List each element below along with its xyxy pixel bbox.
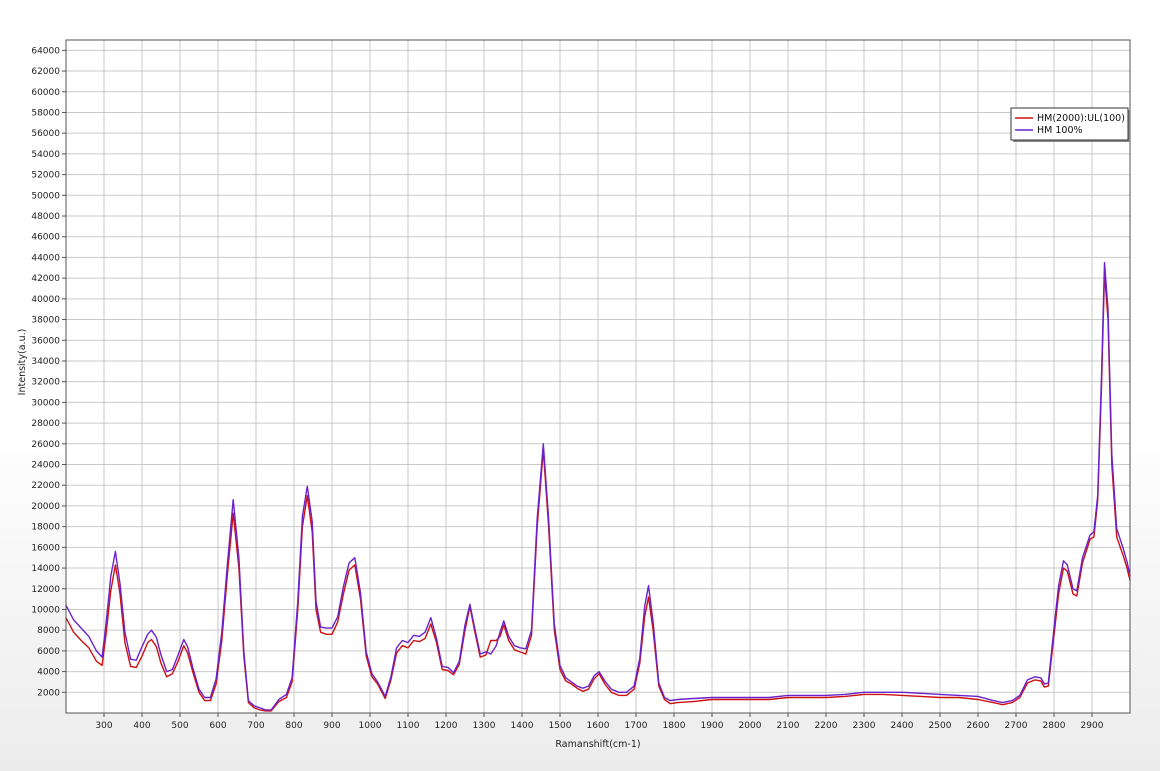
x-tick-label: 2400 xyxy=(891,721,914,731)
y-tick-label: 44000 xyxy=(31,253,60,263)
y-tick-label: 4000 xyxy=(37,668,60,678)
y-tick-label: 38000 xyxy=(31,316,60,326)
y-tick-label: 18000 xyxy=(31,523,60,533)
y-tick-label: 8000 xyxy=(37,626,60,636)
y-tick-label: 54000 xyxy=(31,150,60,160)
y-tick-label: 14000 xyxy=(31,564,60,574)
x-axis-title: Ramanshift(cm-1) xyxy=(555,739,640,750)
x-tick-label: 2700 xyxy=(1005,721,1028,731)
x-tick-label: 2500 xyxy=(929,721,952,731)
x-tick-label: 700 xyxy=(247,721,264,731)
y-tick-label: 36000 xyxy=(31,336,60,346)
y-tick-label: 46000 xyxy=(31,233,60,243)
x-tick-label: 1100 xyxy=(397,721,420,731)
x-tick-label: 500 xyxy=(171,721,188,731)
y-tick-label: 2000 xyxy=(37,688,60,698)
y-tick-label: 24000 xyxy=(31,461,60,471)
y-tick-label: 50000 xyxy=(31,191,60,201)
y-tick-label: 32000 xyxy=(31,378,60,388)
y-tick-label: 20000 xyxy=(31,502,60,512)
y-tick-label: 22000 xyxy=(31,481,60,491)
y-tick-label: 58000 xyxy=(31,108,60,118)
y-tick-label: 16000 xyxy=(31,543,60,553)
y-tick-label: 34000 xyxy=(31,357,60,367)
x-tick-label: 2800 xyxy=(1043,721,1066,731)
x-tick-label: 1600 xyxy=(587,721,610,731)
x-tick-label: 600 xyxy=(209,721,226,731)
y-tick-label: 6000 xyxy=(37,647,60,657)
y-tick-label: 52000 xyxy=(31,171,60,181)
x-tick-label: 1300 xyxy=(473,721,496,731)
y-tick-label: 42000 xyxy=(31,274,60,284)
y-tick-label: 62000 xyxy=(31,67,60,77)
legend-label-series-1: HM(2000):UL(100) xyxy=(1037,113,1125,124)
x-tick-label: 300 xyxy=(95,721,112,731)
y-tick-label: 64000 xyxy=(31,46,60,56)
y-tick-label: 10000 xyxy=(31,605,60,615)
x-axis-ticks: 300 400 500 600 700 800 900 1000 1100 1200 1300 140… xyxy=(95,713,1104,731)
x-tick-label: 900 xyxy=(323,721,340,731)
y-tick-label: 26000 xyxy=(31,440,60,450)
x-tick-label: 800 xyxy=(285,721,302,731)
y-tick-label: 28000 xyxy=(31,419,60,429)
x-tick-label: 1400 xyxy=(511,721,534,731)
x-tick-label: 1200 xyxy=(435,721,458,731)
y-tick-label: 56000 xyxy=(31,129,60,139)
x-tick-label: 2100 xyxy=(777,721,800,731)
x-tick-label: 2000 xyxy=(739,721,762,731)
x-tick-label: 1500 xyxy=(549,721,572,731)
x-tick-label: 1000 xyxy=(359,721,382,731)
x-tick-label: 2200 xyxy=(815,721,838,731)
x-tick-label: 1800 xyxy=(663,721,686,731)
y-tick-label: 48000 xyxy=(31,212,60,222)
x-tick-label: 2600 xyxy=(967,721,990,731)
x-tick-label: 2900 xyxy=(1081,721,1104,731)
y-tick-label: 30000 xyxy=(31,398,60,408)
legend-label-series-2: HM 100% xyxy=(1037,125,1083,136)
x-tick-label: 400 xyxy=(133,721,150,731)
x-tick-label: 1700 xyxy=(625,721,648,731)
y-tick-label: 60000 xyxy=(31,88,60,98)
legend: HM(2000):UL(100) HM 100% xyxy=(1010,107,1130,142)
raman-spectrum-chart: 300 400 500 600 700 800 900 1000 1100 1200 1300 140… xyxy=(17,39,1131,750)
x-tick-label: 2300 xyxy=(853,721,876,731)
y-tick-label: 40000 xyxy=(31,295,60,305)
y-tick-label: 12000 xyxy=(31,585,60,595)
x-tick-label: 1900 xyxy=(701,721,724,731)
y-axis-ticks: 2000 4000 6000 8000 10000 12000 14000 16000 1800… xyxy=(31,46,66,698)
y-axis-title: Intensity(a.u.) xyxy=(17,329,28,396)
